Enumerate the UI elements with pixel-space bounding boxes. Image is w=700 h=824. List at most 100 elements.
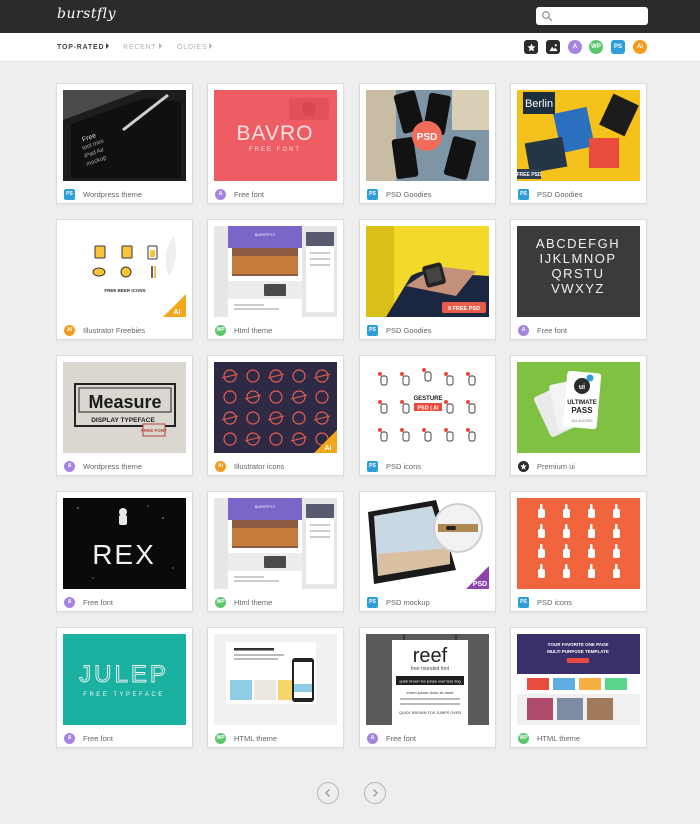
card-thumbnail[interactable]: Free tool mini iPad Air mockup [63, 90, 186, 181]
resource-card[interactable]: reef free rounded font quick brown fox j… [359, 627, 496, 748]
svg-text:9 FREE PSD: 9 FREE PSD [448, 306, 480, 312]
card-thumbnail[interactable] [214, 634, 337, 725]
card-thumbnail[interactable]: PSD [366, 498, 489, 589]
card-thumbnail[interactable]: BAVRO FREE FONT [214, 90, 337, 181]
type-badge: PS [367, 596, 378, 608]
resource-card[interactable]: BAVRO FREE FONT A Free font [207, 83, 344, 204]
svg-text:BAVRO: BAVRO [237, 122, 314, 145]
card-thumbnail[interactable]: GESTURE PSD | AI [366, 362, 489, 453]
resource-card[interactable]: PS PSD icons [510, 491, 647, 612]
star-icon [526, 42, 536, 51]
type-badge: WP [518, 732, 529, 744]
card-thumbnail[interactable] [517, 498, 640, 589]
tab-recent[interactable]: RECENT [123, 43, 162, 51]
resource-card[interactable]: BURSTFLY WP Html theme [207, 491, 344, 612]
resource-card[interactable]: Free tool mini iPad Air mockup PS Wordpres… [56, 83, 193, 204]
card-category: Free font [386, 733, 417, 743]
filter-image-icon[interactable] [546, 40, 560, 54]
card-thumbnail[interactable]: ui ULTIMATE PASS ALL ACCESS [517, 362, 640, 453]
svg-text:Berlin: Berlin [525, 98, 553, 110]
top-bar: burstfly [0, 0, 700, 33]
card-caption: WP Html theme [215, 324, 272, 336]
filter-premium-icon[interactable] [524, 40, 538, 54]
card-caption: A Free font [64, 596, 113, 608]
card-thumbnail[interactable]: reef free rounded font quick brown fox j… [366, 634, 489, 725]
card-thumbnail[interactable]: YOUR FAVORITE ONE PAGE MULTI PURPOSE TEM… [517, 634, 640, 725]
type-badge: WP [215, 324, 226, 336]
card-thumbnail[interactable]: AI [214, 362, 337, 453]
svg-text:quick brown fox jumps over laz: quick brown fox jumps over lazy dog [399, 680, 460, 684]
resource-card[interactable]: PSD PS PSD Goodies [359, 83, 496, 204]
resource-card[interactable]: REX A Free font [56, 491, 193, 612]
svg-text:REX: REX [92, 539, 156, 570]
card-caption: PS Wordpress theme [64, 188, 142, 200]
filter-bar: TOP-RATED RECENT OLDIES A WP PS Ai [0, 33, 700, 62]
svg-text:ui: ui [579, 384, 585, 391]
svg-text:free rounded font: free rounded font [411, 666, 450, 672]
search-input[interactable] [536, 7, 648, 25]
type-badge: PS [367, 460, 378, 472]
filter-wordpress[interactable]: WP [589, 40, 603, 54]
resource-card[interactable]: ui ULTIMATE PASS ALL ACCESS Premium ui [510, 355, 647, 476]
card-category: Free font [234, 189, 265, 199]
card-thumbnail[interactable]: 9 FREE PSD [366, 226, 489, 317]
tab-oldies[interactable]: OLDIES [177, 43, 213, 51]
card-thumbnail[interactable]: REX [63, 498, 186, 589]
type-badge: PS [64, 188, 75, 200]
type-badge: A [215, 188, 226, 200]
type-badge: WP [215, 732, 226, 744]
filter-photoshop[interactable]: PS [611, 40, 625, 54]
resource-card[interactable]: Berlin FREE PSD PS PSD Goodies [510, 83, 647, 204]
resource-card[interactable]: YOUR FAVORITE ONE PAGE MULTI PURPOSE TEM… [510, 627, 647, 748]
svg-text:lorem ipsum dolor sit amet: lorem ipsum dolor sit amet [407, 690, 455, 695]
svg-text:ALL ACCESS: ALL ACCESS [571, 419, 593, 423]
chevron-left-icon [325, 789, 330, 797]
card-category: Wordpress theme [83, 189, 143, 199]
type-badge: PS [518, 188, 529, 200]
card-thumbnail[interactable]: BURSTFLY [214, 498, 337, 589]
card-category: PSD Goodies [537, 189, 583, 199]
card-caption: WP Html theme [215, 596, 272, 608]
next-page-button[interactable] [364, 782, 386, 804]
resource-card[interactable]: Measure DISPLAY TYPEFACE FREE FONT A Wordp… [56, 355, 193, 476]
resource-card[interactable]: 9 FREE PSD PS PSD Goodies [359, 219, 496, 340]
resource-card[interactable]: GESTURE PSD | AI PS PSD icons [359, 355, 496, 476]
caret-right-icon [209, 43, 213, 49]
card-category: PSD icons [386, 461, 422, 471]
card-thumbnail[interactable]: Berlin FREE PSD [517, 90, 640, 181]
card-thumbnail[interactable]: JULEP FREE TYPEFACE [63, 634, 186, 725]
card-caption: Ai Illustrator Freebies [64, 324, 145, 336]
card-caption: A Free font [367, 732, 416, 744]
resource-card[interactable]: JULEP FREE TYPEFACE A Free font [56, 627, 193, 748]
card-caption: Premium ui [518, 460, 575, 472]
resource-card[interactable]: AI Ai Illustrator icons [207, 355, 344, 476]
card-thumbnail[interactable]: BURSTFLY [214, 226, 337, 317]
caret-right-icon [106, 43, 110, 49]
premium-icon [518, 460, 529, 472]
card-category: PSD mockup [386, 597, 430, 607]
prev-page-button[interactable] [317, 782, 339, 804]
svg-text:JULEP: JULEP [79, 661, 169, 688]
resource-card[interactable]: ABCDEFGH IJKLMNOP QRSTU VWXYZ A Free font [510, 219, 647, 340]
tab-top-rated[interactable]: TOP-RATED [57, 43, 110, 51]
card-caption: A Free font [215, 188, 264, 200]
card-category: Free font [83, 733, 114, 743]
resource-card[interactable]: PSD PS PSD mockup [359, 491, 496, 612]
logo[interactable]: burstfly [57, 6, 116, 22]
card-thumbnail[interactable]: PSD [366, 90, 489, 181]
type-badge: A [64, 596, 75, 608]
card-caption: Ai Illustrator icons [215, 460, 284, 472]
resource-card[interactable]: BURSTFLY WP Html theme [207, 219, 344, 340]
card-caption: A Free font [518, 324, 567, 336]
card-thumbnail[interactable]: ABCDEFGH IJKLMNOP QRSTU VWXYZ [517, 226, 640, 317]
resource-card[interactable]: WP HTML theme [207, 627, 344, 748]
resource-card[interactable]: FREE BEER ICONS AI Ai Illustrator Freebies [56, 219, 193, 340]
svg-text:BURSTFLY: BURSTFLY [255, 232, 276, 237]
card-category: Free font [537, 325, 568, 335]
card-category: Illustrator Freebies [83, 325, 146, 335]
filter-illustrator[interactable]: Ai [633, 40, 647, 54]
card-thumbnail[interactable]: FREE BEER ICONS AI [63, 226, 186, 317]
filter-font[interactable]: A [568, 40, 582, 54]
svg-text:QRSTU: QRSTU [552, 266, 605, 281]
card-thumbnail[interactable]: Measure DISPLAY TYPEFACE FREE FONT [63, 362, 186, 453]
